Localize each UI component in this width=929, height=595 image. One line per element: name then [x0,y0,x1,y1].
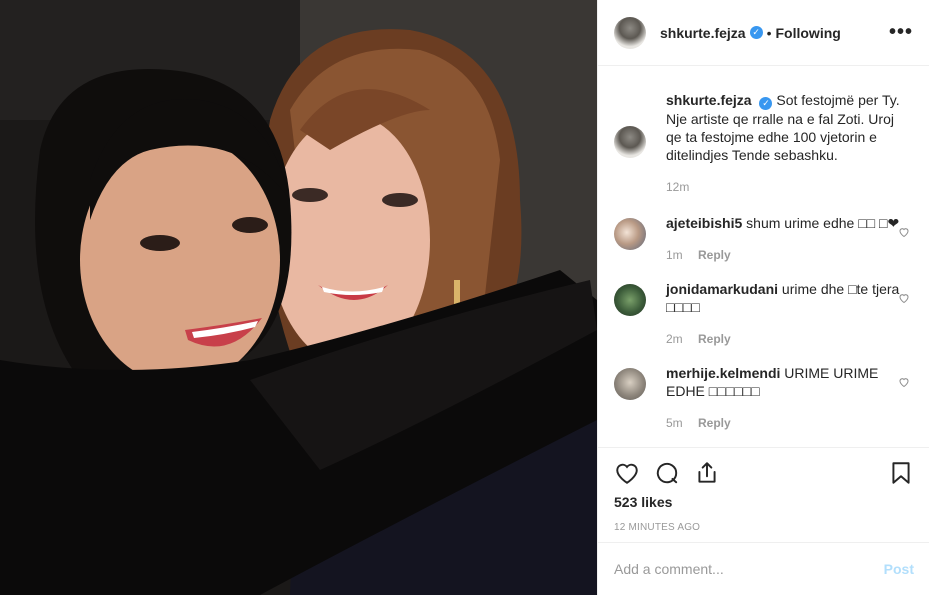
comment-composer: Add a comment... Post [598,542,929,595]
comment-body: jonidamarkudani urime dhe □te tjera □□□□… [666,280,906,348]
share-icon[interactable] [694,460,720,486]
post-comment-button[interactable]: Post [884,561,914,577]
more-options-icon[interactable]: ••• [889,21,913,44]
bookmark-icon[interactable] [888,460,914,486]
like-heart-icon[interactable] [614,460,640,486]
comment-avatar[interactable] [614,368,646,400]
comment-meta: 5m Reply [666,414,906,432]
caption-username[interactable]: shkurte.fejza [666,92,752,108]
comment-body: ajeteibishi5 shum urime edhe □□ □❤ 1m Re… [666,214,906,264]
add-comment-input[interactable]: Add a comment... [614,561,884,577]
comment-item: ajeteibishi5 shum urime edhe □□ □❤ 1m Re… [614,214,914,264]
action-icons [614,448,914,498]
reply-button[interactable]: Reply [698,416,731,430]
comment-time[interactable]: 2m [666,332,683,346]
verified-badge-icon: ✓ [759,97,773,110]
like-comment-heart-icon[interactable] [898,226,910,238]
comment-text: shum urime edhe □□ □❤ [746,215,900,231]
post-photo[interactable] [0,0,597,595]
caption-body: shkurte.fejza ✓ Sot festojmë per Ty. Nje… [666,91,906,196]
comment-bubble-icon[interactable] [654,460,680,486]
reply-button[interactable]: Reply [698,248,731,262]
caption: shkurte.fejza ✓ Sot festojmë per Ty. Nje… [614,91,914,196]
post-sidebar: shkurte.fejza ✓ • Following ••• shkurte.… [597,0,929,595]
post-actions: 523 likes 12 MINUTES AGO [598,447,929,533]
comment-username[interactable]: jonidamarkudani [666,281,778,297]
like-comment-heart-icon[interactable] [898,376,910,388]
comment-item: jonidamarkudani urime dhe □te tjera □□□□… [614,280,914,348]
comment-meta: 2m Reply [666,330,906,348]
likes-count[interactable]: 523 likes [614,494,914,510]
photo-illustration [0,0,597,595]
post-header: shkurte.fejza ✓ • Following ••• [598,0,929,66]
like-comment-heart-icon[interactable] [898,292,910,304]
comment-body: merhije.kelmendi URIME URIME EDHE □□□□□□… [666,364,906,432]
comment-item: merhije.kelmendi URIME URIME EDHE □□□□□□… [614,364,914,432]
author-avatar[interactable] [614,16,646,49]
post-timestamp[interactable]: 12 MINUTES AGO [614,522,914,533]
reply-button[interactable]: Reply [698,332,731,346]
comment-avatar[interactable] [614,218,646,250]
comment-meta: 1m Reply [666,246,906,264]
caption-meta: 12m [666,178,906,196]
header-separator: • [766,24,772,41]
following-button[interactable]: Following [776,25,841,41]
caption-time[interactable]: 12m [666,180,689,194]
comment-username[interactable]: merhije.kelmendi [666,365,780,381]
comment-avatar[interactable] [614,284,646,316]
caption-avatar[interactable] [614,126,646,158]
author-username[interactable]: shkurte.fejza [660,25,746,41]
verified-badge-icon: ✓ [749,26,763,39]
comments-list[interactable]: shkurte.fejza ✓ Sot festojmë per Ty. Nje… [598,67,929,447]
comment-time[interactable]: 5m [666,416,683,430]
comment-username[interactable]: ajeteibishi5 [666,215,742,231]
comment-time[interactable]: 1m [666,248,683,262]
